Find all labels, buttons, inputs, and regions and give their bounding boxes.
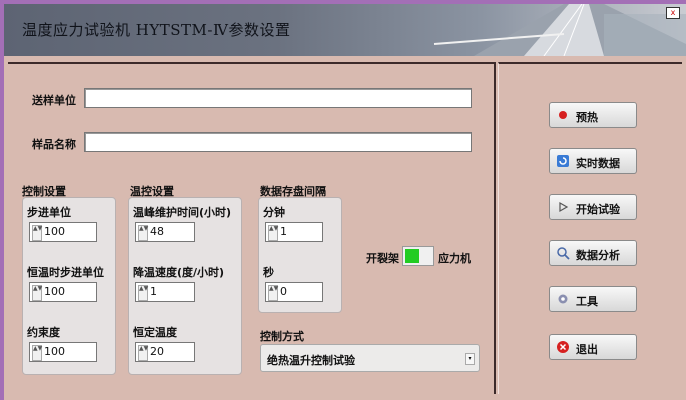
data-interval-group: 分钟 ▲▼ 1 秒 ▲▼ 0	[258, 197, 342, 313]
const-temp-step-value: 100	[44, 285, 65, 298]
settings-panel: 送样单位 样品名称 控制设置 步进单位 ▲▼ 100 恒温时步进单位 ▲▼ 10…	[8, 62, 496, 394]
restraint-field[interactable]: ▲▼ 100	[29, 342, 97, 362]
const-temp-step-label: 恒温时步进单位	[27, 266, 104, 279]
const-temp-value: 20	[150, 345, 164, 358]
close-circle-icon	[557, 341, 569, 353]
minutes-value: 1	[280, 225, 287, 238]
magnifier-icon	[557, 247, 570, 260]
data-analysis-button[interactable]: 数据分析	[549, 240, 637, 266]
action-panel: 预热 实时数据 开始试验 数据分析 工具 退出	[498, 62, 682, 394]
realtime-data-label: 实时数据	[576, 157, 620, 170]
control-mode-select[interactable]: 绝热温升控制试验 ▾	[260, 344, 480, 372]
realtime-data-button[interactable]: 实时数据	[549, 148, 637, 174]
restraint-label: 约束度	[27, 326, 60, 339]
sample-label: 样品名称	[32, 138, 76, 151]
start-test-label: 开始试验	[576, 203, 620, 216]
cooling-rate-label: 降温速度(度/小时)	[133, 266, 225, 279]
seconds-value: 0	[280, 285, 287, 298]
spinner-icon[interactable]: ▲▼	[32, 285, 42, 301]
spinner-icon[interactable]: ▲▼	[138, 345, 148, 361]
switch-left-label: 开裂架	[366, 252, 399, 265]
sample-input[interactable]	[84, 132, 472, 152]
sender-input[interactable]	[84, 88, 472, 108]
window-title: 温度应力试验机 HYTSTM-Ⅳ参数设置	[22, 21, 291, 39]
spinner-icon[interactable]: ▲▼	[138, 225, 148, 241]
const-temp-field[interactable]: ▲▼ 20	[135, 342, 195, 362]
spinner-icon[interactable]: ▲▼	[268, 285, 278, 301]
sender-label: 送样单位	[32, 94, 76, 107]
peak-hold-value: 48	[150, 225, 164, 238]
close-button[interactable]: x	[666, 7, 680, 19]
spinner-icon[interactable]: ▲▼	[268, 225, 278, 241]
control-mode-label: 控制方式	[260, 330, 304, 343]
tools-label: 工具	[576, 295, 598, 308]
play-icon	[559, 201, 569, 213]
title-banner: 温度应力试验机 HYTSTM-Ⅳ参数设置 x	[4, 4, 686, 56]
main-area: 送样单位 样品名称 控制设置 步进单位 ▲▼ 100 恒温时步进单位 ▲▼ 10…	[4, 56, 686, 400]
const-temp-label: 恒定温度	[133, 326, 177, 339]
spinner-icon[interactable]: ▲▼	[32, 345, 42, 361]
start-test-button[interactable]: 开始试验	[549, 194, 637, 220]
exit-button[interactable]: 退出	[549, 334, 637, 360]
control-mode-value: 绝热温升控制试验	[267, 354, 355, 367]
toggle-knob	[405, 249, 419, 263]
seconds-field[interactable]: ▲▼ 0	[265, 282, 323, 302]
switch-right-label: 应力机	[438, 252, 471, 265]
dropdown-icon[interactable]: ▾	[465, 353, 475, 365]
cooling-rate-value: 1	[150, 285, 157, 298]
mode-toggle-switch[interactable]	[402, 246, 434, 266]
seconds-label: 秒	[263, 266, 274, 279]
const-temp-step-field[interactable]: ▲▼ 100	[29, 282, 97, 302]
spinner-icon[interactable]: ▲▼	[32, 225, 42, 241]
temp-control-group: 温峰维护时间(小时) ▲▼ 48 降温速度(度/小时) ▲▼ 1 恒定温度 ▲▼…	[128, 197, 242, 375]
exit-label: 退出	[576, 343, 598, 356]
data-analysis-label: 数据分析	[576, 249, 620, 262]
step-unit-field[interactable]: ▲▼ 100	[29, 222, 97, 242]
tools-button[interactable]: 工具	[549, 286, 637, 312]
minutes-label: 分钟	[263, 206, 285, 219]
step-unit-label: 步进单位	[27, 206, 71, 219]
preheat-button[interactable]: 预热	[549, 102, 637, 128]
cooling-rate-field[interactable]: ▲▼ 1	[135, 282, 195, 302]
spinner-icon[interactable]: ▲▼	[138, 285, 148, 301]
refresh-icon	[557, 155, 569, 167]
app-window: 温度应力试验机 HYTSTM-Ⅳ参数设置 x 送样单位 样品名称 控制设置 步进…	[0, 0, 686, 400]
preheat-label: 预热	[576, 111, 598, 124]
peak-hold-field[interactable]: ▲▼ 48	[135, 222, 195, 242]
minutes-field[interactable]: ▲▼ 1	[265, 222, 323, 242]
red-dot-icon	[559, 111, 567, 119]
peak-hold-label: 温峰维护时间(小时)	[133, 206, 232, 219]
restraint-value: 100	[44, 345, 65, 358]
gear-icon	[558, 294, 568, 304]
control-settings-group: 步进单位 ▲▼ 100 恒温时步进单位 ▲▼ 100 约束度 ▲▼ 100	[22, 197, 116, 375]
step-unit-value: 100	[44, 225, 65, 238]
